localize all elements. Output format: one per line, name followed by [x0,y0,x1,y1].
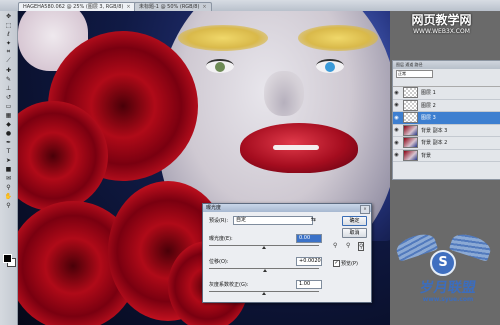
brush-tool-icon[interactable]: ✎ [2,75,15,83]
visibility-eye-icon[interactable]: ◉ [393,102,400,108]
history-brush-icon[interactable]: ↺ [2,93,15,101]
visibility-eye-icon[interactable]: ◉ [393,152,400,158]
watermark-bottom: S 岁月联盟 www.syue.com [393,228,500,308]
white-eyedropper-icon[interactable]: ⚲ [358,242,365,251]
watermark-top-url: WWW.WEB3X.COM [413,28,470,35]
tools-panel: ✥ ⬚ ℓ ✦ ⌗ ⟋ ✚ ✎ ⊥ ↺ ▭ ▦ ◆ ● ✒ T ➤ ■ ✉ ⚲ … [0,11,18,325]
logo-badge: S [430,250,456,276]
layer-name: 图层 3 [421,115,436,122]
eyeshadow-right [298,25,378,51]
eyeshadow-left [178,25,268,51]
eraser-tool-icon[interactable]: ▭ [2,102,15,110]
document-tab-label: HAGEHA580.062 @ 25% (图层 3, RGB/8) [23,4,124,10]
black-eyedropper-icon[interactable]: ⚲ [333,242,337,249]
layers-panel-tabs[interactable]: 图层 通道 路径 [393,61,500,69]
foreground-color-swatch[interactable] [3,254,12,263]
layer-row[interactable]: ◉ 背景 副本 3 [393,124,500,137]
ok-button[interactable]: 确定 [342,216,367,226]
layer-thumbnail [403,87,418,99]
layer-thumbnail [403,149,418,161]
eyedropper-tool-icon[interactable]: ⚲ [2,183,15,191]
layer-thumbnail [403,124,418,136]
cancel-button[interactable]: 取消 [342,228,367,238]
layer-row[interactable]: ◉ 背景 [393,149,500,162]
layer-name: 背景 [421,152,432,159]
magic-wand-tool-icon[interactable]: ✦ [2,39,15,47]
blend-mode-select[interactable]: 正常 [396,69,433,78]
watermark-bottom-url: www.syue.com [422,296,474,303]
close-icon[interactable]: × [126,4,130,10]
lasso-tool-icon[interactable]: ℓ [2,30,15,38]
layer-thumbnail [403,99,418,111]
iris-left [215,62,225,72]
preview-checkbox[interactable]: ✓ [333,260,340,267]
gray-eyedropper-icon[interactable]: ⚲ [346,242,350,249]
exposure-dialog: 曝光度 × 预设(R): 自定 ⇆ 确定 取消 曝光度(E): 0.00 位移(… [202,203,372,303]
layer-name: 背景 副本 2 [421,140,448,147]
teeth-region [273,145,319,150]
type-tool-icon[interactable]: T [2,147,15,155]
eye-left [206,59,234,73]
shape-tool-icon[interactable]: ■ [2,165,15,173]
notes-tool-icon[interactable]: ✉ [2,174,15,182]
layer-row[interactable]: ◉ 图层 1 [393,87,500,100]
visibility-eye-icon[interactable]: ◉ [393,115,400,121]
gamma-slider-knob[interactable] [262,292,266,295]
lock-row [393,78,500,87]
layer-row-selected[interactable]: ◉ 图层 3 [393,112,500,125]
marquee-tool-icon[interactable]: ⬚ [2,21,15,29]
layer-name: 背景 副本 3 [421,127,448,134]
watermark-top: 网页教学网 WWW.WEB3X.COM [393,11,490,35]
blend-mode-row: 正常 [393,69,500,78]
layer-row[interactable]: ◉ 背景 副本 2 [393,137,500,150]
exposure-label: 曝光度(E): [209,236,233,242]
document-tab-bar: HAGEHA580.062 @ 25% (图层 3, RGB/8) × 未标题-1… [0,0,500,12]
preset-label: 预设(R): [209,218,229,224]
pen-tool-icon[interactable]: ✒ [2,138,15,146]
visibility-eye-icon[interactable]: ◉ [393,90,400,96]
move-tool-icon[interactable]: ✥ [2,12,15,20]
eye-right [316,59,344,73]
layers-panel: 图层 通道 路径 正常 ◉ 图层 1 ◉ 图层 2 ◉ 图层 3 ◉ 背景 副本 3 ◉… [392,60,500,180]
visibility-eye-icon[interactable]: ◉ [393,140,400,146]
iris-right [325,62,335,72]
path-select-tool-icon[interactable]: ➤ [2,156,15,164]
close-icon[interactable]: × [202,4,206,10]
layer-name: 图层 1 [421,90,436,97]
exposure-input[interactable]: 0.00 [296,234,322,243]
right-wing-icon [448,230,494,262]
layer-thumbnail [403,137,418,149]
watermark-top-title: 网页教学网 [411,13,472,27]
preview-label: 预览(P) [341,261,358,267]
dialog-title: 曝光度 [206,205,222,211]
blur-tool-icon[interactable]: ◆ [2,120,15,128]
nose-region [264,71,304,116]
dialog-close-button[interactable]: × [360,204,370,214]
slice-tool-icon[interactable]: ⟋ [2,57,15,65]
document-tab-label: 未标题-1 @ 50% (RGB/8) [139,4,200,10]
offset-input[interactable]: +0.0020 [296,257,322,266]
preset-options-icon[interactable]: ⇆ [311,216,316,223]
dodge-tool-icon[interactable]: ● [2,129,15,137]
gradient-tool-icon[interactable]: ▦ [2,111,15,119]
dialog-title-bar[interactable]: 曝光度 × [203,204,371,214]
visibility-eye-icon[interactable]: ◉ [393,127,400,133]
watermark-bottom-title: 岁月联盟 [418,280,477,296]
layer-name: 图层 2 [421,102,436,109]
preset-select[interactable]: 自定 [233,216,313,225]
layer-row[interactable]: ◉ 图层 2 [393,99,500,112]
gamma-input[interactable]: 1.00 [296,280,322,289]
hand-tool-icon[interactable]: ✋ [2,192,15,200]
gamma-label: 灰度系数校正(G): [209,282,249,288]
offset-label: 位移(O): [209,259,229,265]
stamp-tool-icon[interactable]: ⊥ [2,84,15,92]
crop-tool-icon[interactable]: ⌗ [2,48,15,56]
offset-slider-knob[interactable] [263,269,267,272]
zoom-tool-icon[interactable]: ⚲ [2,201,15,209]
layer-thumbnail [403,112,418,124]
exposure-slider-knob[interactable] [262,246,266,249]
healing-tool-icon[interactable]: ✚ [2,66,15,74]
